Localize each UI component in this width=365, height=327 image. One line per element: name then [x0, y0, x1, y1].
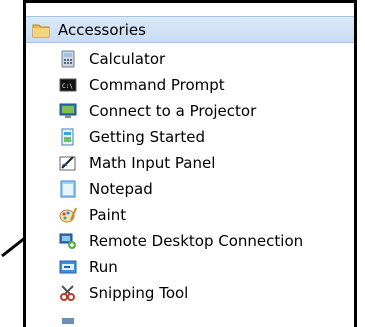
menu-item-label: Snipping Tool: [89, 284, 189, 302]
run-icon: [59, 260, 77, 274]
notepad-icon: [60, 180, 76, 198]
menu-item-partial: [26, 306, 354, 327]
menu-item-label: Paint: [89, 206, 127, 224]
accessories-folder-row[interactable]: Accessories: [26, 16, 354, 43]
menu-item-connect-projector[interactable]: Connect to a Projector: [26, 98, 354, 124]
remote-desktop-icon: [59, 233, 76, 249]
menu-item-label: Remote Desktop Connection: [89, 232, 304, 250]
menu-item-calculator[interactable]: Calculator: [26, 46, 354, 72]
svg-text:C:\: C:\: [62, 83, 73, 90]
paint-icon: [59, 207, 77, 223]
partial-item-icon: [62, 318, 74, 324]
projector-icon: [59, 103, 77, 118]
menu-item-label: Math Input Panel: [89, 154, 216, 172]
menu-item-label: Calculator: [89, 50, 166, 68]
menu-item-math-input-panel[interactable]: Math Input Panel: [26, 150, 354, 176]
menu-item-label: Command Prompt: [89, 76, 225, 94]
getting-started-icon: [61, 128, 74, 146]
menu-item-command-prompt[interactable]: C:\ Command Prompt: [26, 72, 354, 98]
menu-item-remote-desktop[interactable]: Remote Desktop Connection: [26, 228, 354, 254]
menu-item-label: Connect to a Projector: [89, 102, 257, 120]
folder-icon: [32, 24, 50, 38]
menu-item-label: Run: [89, 258, 118, 276]
menu-item-label: Notepad: [89, 180, 153, 198]
snipping-tool-icon: [60, 285, 75, 301]
menu-item-paint[interactable]: Paint: [26, 202, 354, 228]
menu-item-snipping-tool[interactable]: Snipping Tool: [26, 280, 354, 306]
accessories-menu: Accessories Calculator C:\ Command Promp…: [23, 0, 357, 327]
calculator-icon: [61, 50, 75, 68]
math-input-icon: [59, 156, 76, 171]
menu-item-getting-started[interactable]: Getting Started: [26, 124, 354, 150]
menu-item-notepad[interactable]: Notepad: [26, 176, 354, 202]
menu-item-label: Getting Started: [89, 128, 205, 146]
menu-item-run[interactable]: Run: [26, 254, 354, 280]
folder-label: Accessories: [58, 21, 146, 39]
command-prompt-icon: C:\: [59, 78, 77, 92]
